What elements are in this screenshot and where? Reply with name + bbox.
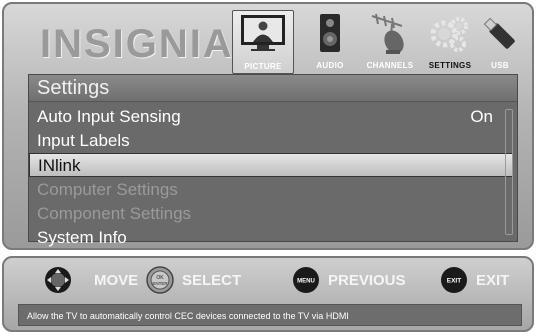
menu-item-label: Computer Settings xyxy=(37,180,178,199)
menu-item-label: Input Labels xyxy=(37,131,130,150)
gears-icon xyxy=(430,17,468,52)
menu-scrollbar[interactable] xyxy=(505,109,513,235)
settings-osd-panel: INSIGNIATM PICTURE AUDIO xyxy=(2,2,534,250)
menu-item-label: INlink xyxy=(38,156,81,175)
menu-item-component-settings: Component Settings xyxy=(29,202,503,226)
previous-label: PREVIOUS xyxy=(328,272,406,289)
menu-item-computer-settings: Computer Settings xyxy=(29,178,503,202)
menu-title: Settings xyxy=(29,75,517,102)
insignia-logo: INSIGNIATM xyxy=(40,22,246,66)
settings-menu: Settings Auto Input Sensing On Input Lab… xyxy=(28,74,518,247)
menu-item-label: Auto Input Sensing xyxy=(37,107,181,126)
svg-text:ENTER: ENTER xyxy=(152,281,168,286)
tab-usb[interactable]: USB xyxy=(470,10,530,72)
ok-enter-icon: OK ENTER xyxy=(146,266,174,294)
tv-picture-icon xyxy=(241,15,285,51)
menu-item-system-info[interactable]: System Info xyxy=(29,226,503,250)
svg-text:EXIT: EXIT xyxy=(447,278,461,285)
menu-item-value: On xyxy=(470,107,493,126)
tab-picture-label: PICTURE xyxy=(244,62,282,71)
exit-button-icon: EXIT xyxy=(441,267,467,293)
tab-channels-label: CHANNELS xyxy=(366,61,414,70)
menu-item-inlink[interactable]: INlink xyxy=(29,153,513,177)
tab-channels[interactable]: CHANNELS xyxy=(360,10,420,72)
speaker-icon xyxy=(320,14,340,52)
tab-audio[interactable]: AUDIO xyxy=(300,10,360,72)
menu-item-auto-input-sensing[interactable]: Auto Input Sensing On xyxy=(29,105,503,129)
exit-label: EXIT xyxy=(476,272,510,289)
usb-drive-icon xyxy=(483,17,515,49)
antenna-dish-icon xyxy=(371,13,404,54)
menu-button-icon: MENU xyxy=(293,267,319,293)
menu-item-label: Component Settings xyxy=(37,204,192,223)
help-bar: MOVE OK ENTER SELECT MENU PREVIOUS EXIT … xyxy=(2,256,534,332)
tab-usb-label: USB xyxy=(491,61,509,70)
menu-item-label: System Info xyxy=(37,228,127,247)
svg-text:MENU: MENU xyxy=(297,279,315,285)
tab-picture[interactable]: PICTURE xyxy=(232,10,294,74)
move-label: MOVE xyxy=(94,272,139,289)
tab-audio-label: AUDIO xyxy=(316,61,344,70)
help-description: Allow the TV to automatically control CE… xyxy=(18,304,522,326)
dpad-icon xyxy=(45,267,71,293)
menu-item-input-labels[interactable]: Input Labels xyxy=(29,129,503,153)
select-label: SELECT xyxy=(182,272,242,289)
